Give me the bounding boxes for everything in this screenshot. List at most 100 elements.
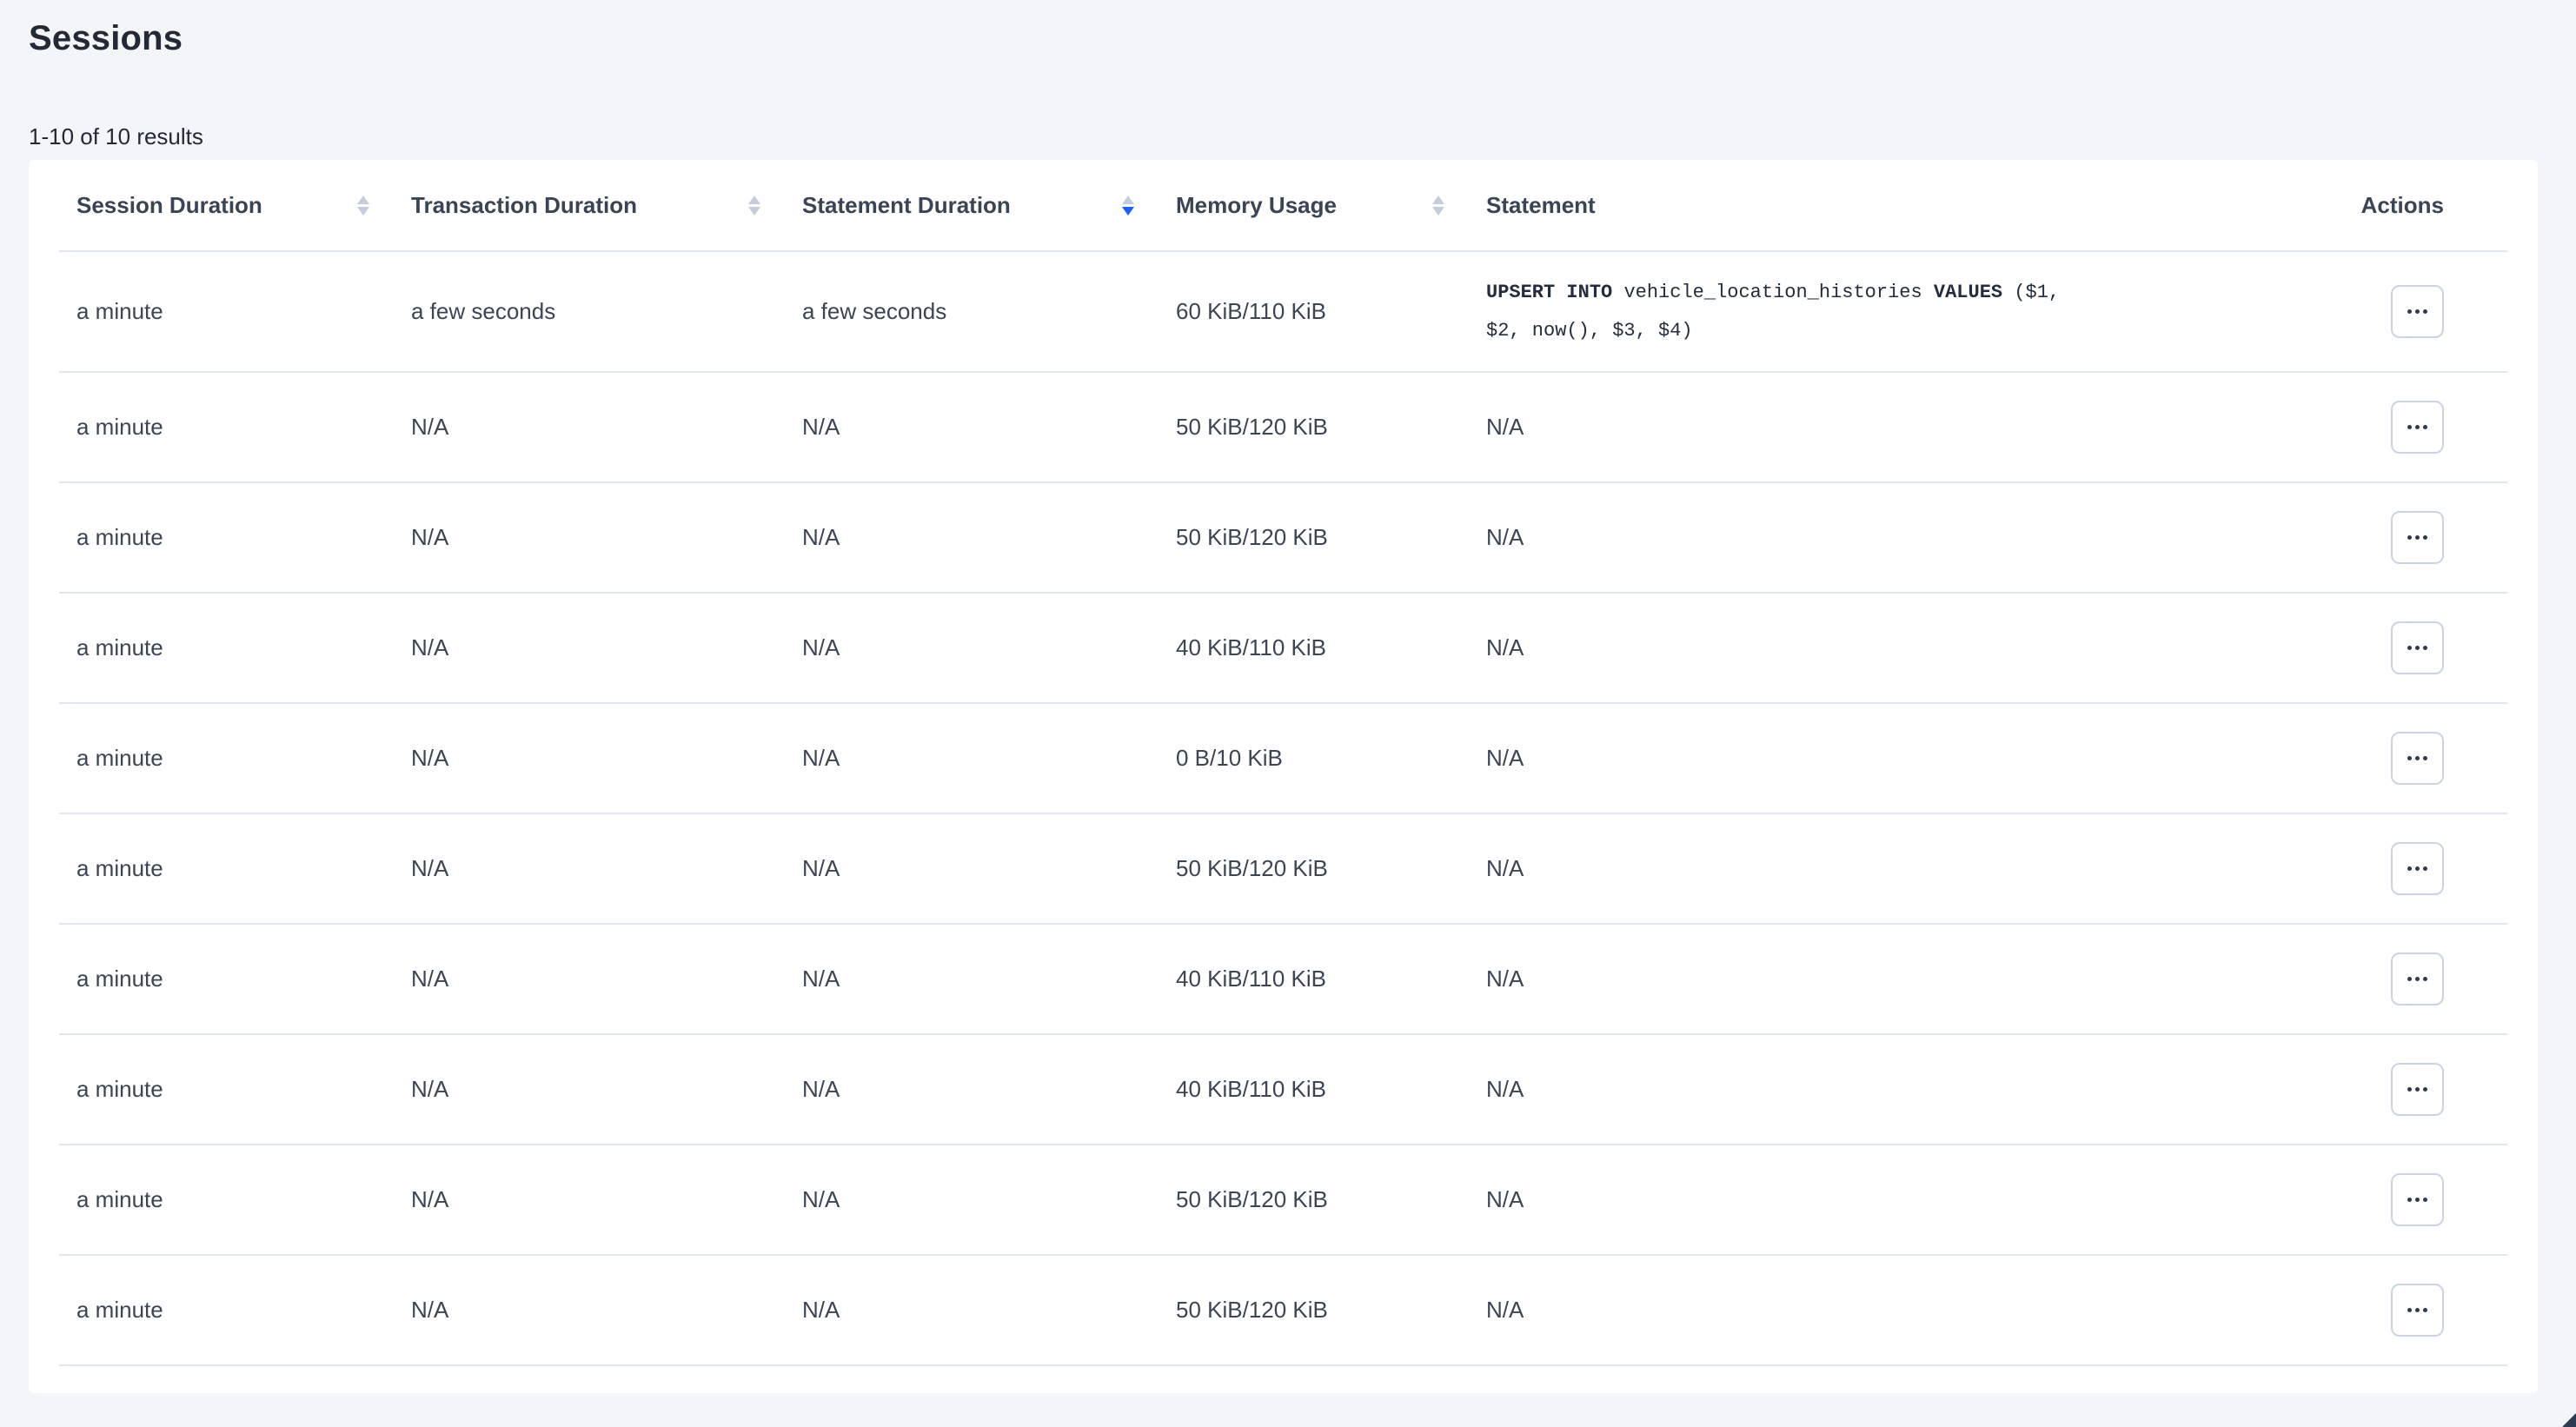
table-row: a minute N/A N/A 50 KiB/120 KiB N/A [59,373,2507,483]
cell-transaction-duration: N/A [411,1297,802,1324]
cell-statement: N/A [1486,634,2303,661]
session-actions-button[interactable] [2391,285,2444,338]
session-actions-button[interactable] [2391,1284,2444,1337]
cell-transaction-duration: N/A [411,524,802,551]
session-actions-button[interactable] [2391,952,2444,1006]
table-row: a minute N/A N/A 50 KiB/120 KiB N/A [59,814,2507,925]
session-actions-button[interactable] [2391,842,2444,895]
cell-statement-duration: a few seconds [802,298,1176,325]
session-actions-button[interactable] [2391,1063,2444,1116]
session-actions-button[interactable] [2391,511,2444,564]
cell-session-duration: a minute [76,1186,411,1213]
table-row: a minute N/A N/A 50 KiB/120 KiB N/A [59,1256,2507,1366]
session-actions-button[interactable] [2391,1173,2444,1226]
ellipsis-icon [2407,535,2412,540]
cell-memory-usage: 40 KiB/110 KiB [1176,634,1486,661]
table-row: a minute N/A N/A 40 KiB/110 KiB N/A [59,594,2507,704]
cell-actions [2303,401,2507,454]
cell-transaction-duration: N/A [411,1186,802,1213]
column-header-label: Statement Duration [802,192,1011,219]
cell-session-duration: a minute [76,745,411,772]
ellipsis-icon [2407,425,2412,429]
cell-statement-duration: N/A [802,414,1176,441]
cell-session-duration: a minute [76,414,411,441]
cell-statement-duration: N/A [802,524,1176,551]
cell-actions [2303,621,2507,674]
sessions-page: Sessions 1-10 of 10 results Session Dura… [0,0,2576,1393]
sessions-table-card: Session Duration Transaction Duration St… [29,160,2538,1393]
column-header-label: Actions [2361,192,2444,219]
corner-resize-handle [2562,1413,2576,1427]
table-row: a minute N/A N/A 50 KiB/120 KiB N/A [59,1145,2507,1256]
column-header-transaction-duration[interactable]: Transaction Duration [411,192,802,219]
cell-actions [2303,285,2507,338]
sort-icon [357,196,369,216]
cell-session-duration: a minute [76,966,411,992]
sort-icon [748,196,760,216]
ellipsis-icon [2407,309,2412,314]
cell-actions [2303,511,2507,564]
cell-statement: N/A [1486,414,2303,441]
table-row: a minute N/A N/A 40 KiB/110 KiB N/A [59,925,2507,1035]
session-actions-button[interactable] [2391,621,2444,674]
cell-statement-duration: N/A [802,1186,1176,1213]
cell-session-duration: a minute [76,298,411,325]
cell-statement: N/A [1486,1076,2303,1103]
session-actions-button[interactable] [2391,401,2444,454]
table-row: a minute N/A N/A 40 KiB/110 KiB N/A [59,1035,2507,1145]
ellipsis-icon [2407,1198,2412,1202]
session-actions-button[interactable] [2391,732,2444,785]
cell-memory-usage: 60 KiB/110 KiB [1176,298,1486,325]
cell-memory-usage: 50 KiB/120 KiB [1176,855,1486,882]
column-header-label: Transaction Duration [411,192,637,219]
cell-memory-usage: 50 KiB/120 KiB [1176,1186,1486,1213]
cell-statement: UPSERT INTO vehicle_location_histories V… [1486,274,2303,350]
cell-session-duration: a minute [76,524,411,551]
cell-statement-duration: N/A [802,1297,1176,1324]
cell-transaction-duration: N/A [411,745,802,772]
cell-memory-usage: 50 KiB/120 KiB [1176,524,1486,551]
cell-statement-duration: N/A [802,745,1176,772]
cell-statement: N/A [1486,1297,2303,1324]
table-row: a minute a few seconds a few seconds 60 … [59,252,2507,373]
sessions-table: Session Duration Transaction Duration St… [59,160,2507,1366]
cell-actions [2303,732,2507,785]
cell-transaction-duration: N/A [411,1076,802,1103]
cell-actions [2303,1284,2507,1337]
sort-icon [1432,196,1444,216]
ellipsis-icon [2407,866,2412,871]
cell-transaction-duration: a few seconds [411,298,802,325]
cell-statement: N/A [1486,524,2303,551]
column-header-label: Session Duration [76,192,262,219]
column-header-session-duration[interactable]: Session Duration [76,192,411,219]
ellipsis-icon [2407,646,2412,650]
column-header-statement: Statement [1486,192,2303,219]
cell-statement-duration: N/A [802,634,1176,661]
cell-statement-duration: N/A [802,855,1176,882]
cell-transaction-duration: N/A [411,855,802,882]
column-header-memory-usage[interactable]: Memory Usage [1176,192,1486,219]
cell-statement: N/A [1486,855,2303,882]
table-header-row: Session Duration Transaction Duration St… [59,160,2507,252]
cell-session-duration: a minute [76,634,411,661]
column-header-label: Statement [1486,192,1596,219]
cell-actions [2303,1173,2507,1226]
cell-statement: N/A [1486,1186,2303,1213]
ellipsis-icon [2407,1308,2412,1312]
cell-memory-usage: 0 B/10 KiB [1176,745,1486,772]
cell-memory-usage: 40 KiB/110 KiB [1176,966,1486,992]
page-title: Sessions [29,0,2576,59]
cell-memory-usage: 50 KiB/120 KiB [1176,1297,1486,1324]
cell-actions [2303,1063,2507,1116]
sql-statement: UPSERT INTO vehicle_location_histories V… [1486,274,2077,350]
column-header-actions: Actions [2303,192,2507,219]
cell-transaction-duration: N/A [411,414,802,441]
table-row: a minute N/A N/A 50 KiB/120 KiB N/A [59,483,2507,594]
cell-statement-duration: N/A [802,1076,1176,1103]
table-row: a minute N/A N/A 0 B/10 KiB N/A [59,704,2507,814]
column-header-statement-duration[interactable]: Statement Duration [802,192,1176,219]
ellipsis-icon [2407,756,2412,760]
cell-memory-usage: 40 KiB/110 KiB [1176,1076,1486,1103]
cell-session-duration: a minute [76,1297,411,1324]
cell-actions [2303,952,2507,1006]
